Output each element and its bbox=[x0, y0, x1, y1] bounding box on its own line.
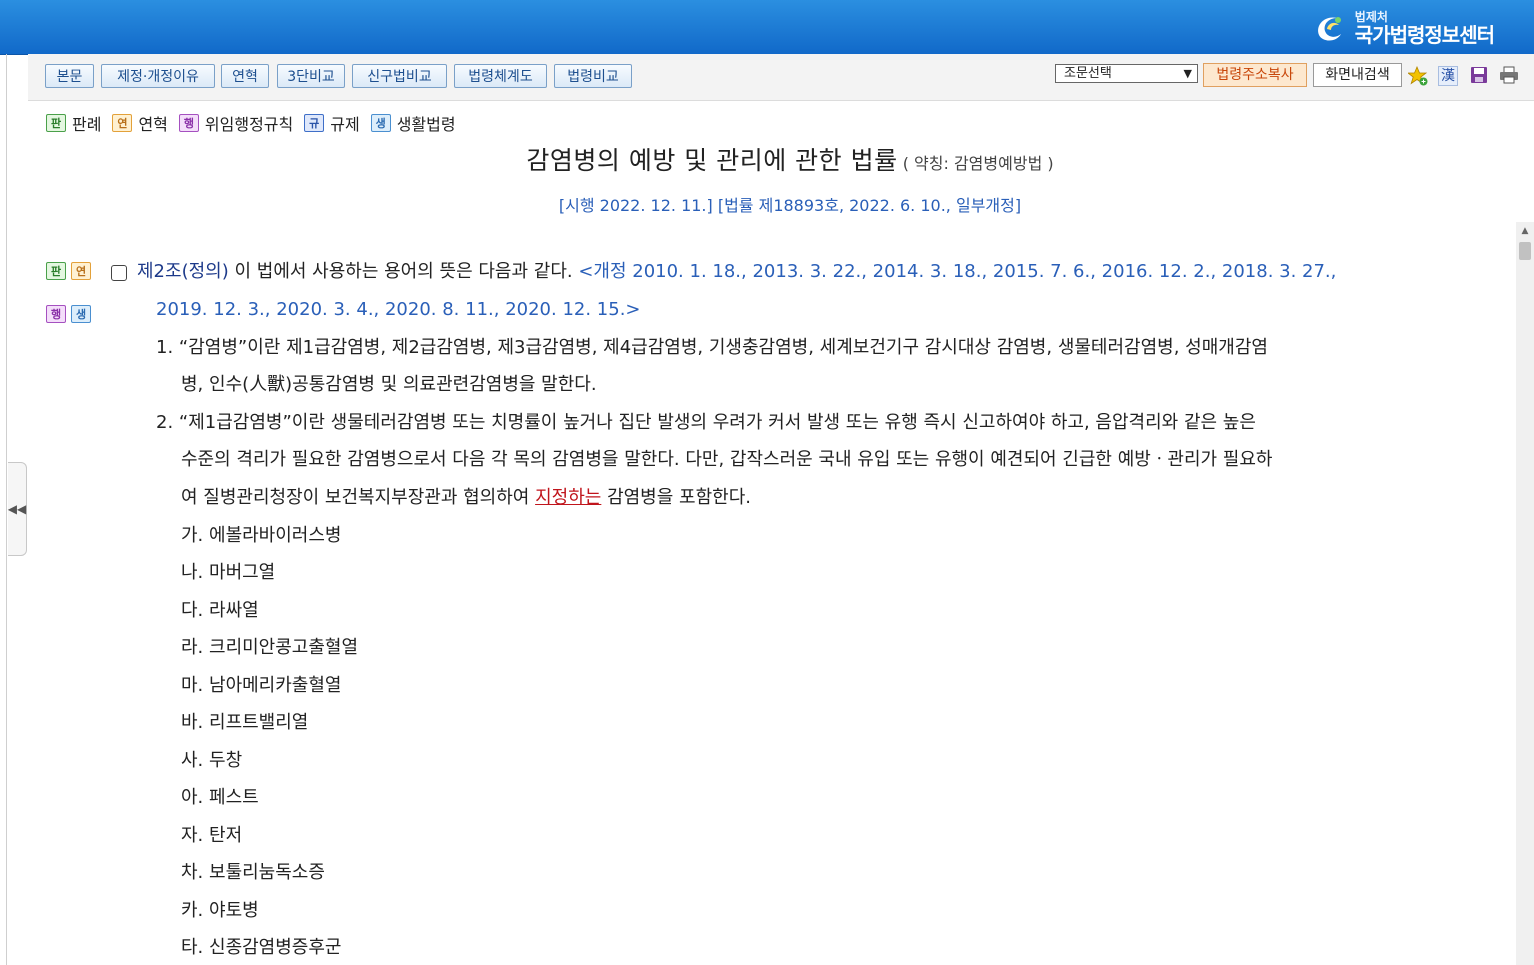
header-bar: 법제처 국가법령정보센터 bbox=[0, 0, 1534, 55]
legend-precedent[interactable]: 판 판례 bbox=[46, 111, 101, 135]
tab-three-way-compare[interactable]: 3단비교 bbox=[277, 64, 345, 88]
admin-rule-badge-icon: 행 bbox=[178, 114, 199, 132]
item-2-line-cont: 수준의 격리가 필요한 감염병으로서 다음 각 목의 감염병을 말한다. 다만,… bbox=[181, 449, 1273, 470]
legend-living-law[interactable]: 생 생활법령 bbox=[370, 111, 456, 135]
scroll-up-arrow-icon[interactable]: ▲ bbox=[1516, 222, 1534, 240]
subitem: 라. 크리미안콩고출혈열 bbox=[181, 637, 359, 658]
subitem: 사. 두창 bbox=[181, 750, 243, 771]
precedent-badge-icon: 판 bbox=[46, 114, 66, 132]
tab-old-new-compare[interactable]: 신구법비교 bbox=[352, 64, 447, 88]
tab-history[interactable]: 연혁 bbox=[221, 64, 269, 88]
subitem: 아. 페스트 bbox=[181, 787, 259, 808]
subitem: 타. 신종감염병증후군 bbox=[181, 937, 342, 958]
hanja-icon[interactable]: 漢 bbox=[1438, 66, 1458, 86]
law-title-row: 감염병의 예방 및 관리에 관한 법률 ( 약칭: 감염병예방법 ) bbox=[0, 141, 1534, 177]
history-badge-icon[interactable]: 연 bbox=[71, 262, 91, 280]
subitem: 나. 마버그열 bbox=[181, 562, 276, 583]
legend-regulation[interactable]: 규 규제 bbox=[304, 111, 360, 135]
side-panel-toggle[interactable]: ◀◀ bbox=[8, 462, 27, 556]
article-select-value: 조문선택 bbox=[1064, 66, 1112, 81]
item-2-text: 여 질병관리청장이 보건복지부장관과 협의하여 bbox=[181, 487, 536, 508]
subitem: 자. 탄저 bbox=[181, 825, 243, 846]
legend-history[interactable]: 연 연혁 bbox=[112, 111, 168, 135]
admin-rule-badge-icon[interactable]: 행 bbox=[46, 305, 66, 323]
save-icon[interactable] bbox=[1469, 66, 1489, 86]
enforcement-info: [시행 2022. 12. 11.] [법률 제18893호, 2022. 6.… bbox=[558, 196, 1022, 215]
article-select[interactable]: 조문선택 ▼ bbox=[1055, 64, 1198, 83]
tab-main-text[interactable]: 본문 bbox=[45, 64, 94, 88]
subitem: 차. 보툴리눔독소증 bbox=[181, 862, 325, 883]
amendment-dates[interactable]: <개정 2010. 1. 18., 2013. 3. 22., 2014. 3.… bbox=[578, 261, 1336, 282]
scroll-thumb[interactable] bbox=[1519, 242, 1531, 260]
logo-big-text: 국가법령정보센터 bbox=[1354, 23, 1495, 47]
article-badges: 판 연 행 생 bbox=[46, 262, 106, 348]
star-plus-icon[interactable] bbox=[1406, 65, 1428, 86]
content-scrollbar[interactable]: ▲ bbox=[1516, 222, 1534, 965]
item-2-line-cont2: 여 질병관리청장이 보건복지부장관과 협의하여 지정하는 감염병을 포함한다. bbox=[181, 486, 751, 510]
article-heading-line: 제2조(정의) 이 법에서 사용하는 용어의 뜻은 다음과 같다. <개정 20… bbox=[137, 260, 1336, 284]
article-intro: 이 법에서 사용하는 용어의 뜻은 다음과 같다. bbox=[228, 261, 579, 282]
subitem: 다. 라싸열 bbox=[181, 600, 259, 621]
legend-bar: 판 판례 연 연혁 행 위임행정규칙 규 규제 생 생활법령 bbox=[46, 112, 467, 134]
legend-label: 연혁 bbox=[138, 115, 168, 134]
legend-label: 생활법령 bbox=[396, 115, 456, 134]
law-abbreviation: ( 약칭: 감염병예방법 ) bbox=[902, 154, 1054, 173]
legend-label: 규제 bbox=[330, 115, 360, 134]
designate-link[interactable]: 지정하는 bbox=[535, 487, 601, 508]
print-icon[interactable] bbox=[1499, 66, 1519, 86]
subitem: 바. 리프트밸리열 bbox=[181, 712, 309, 733]
item-2-line: 2. “제1급감염병”이란 생물테러감염병 또는 치명률이 높거나 집단 발생의… bbox=[156, 412, 1256, 433]
toolbar: 본문 제정·개정이유 연혁 3단비교 신구법비교 법령체계도 법령비교 조문선택… bbox=[28, 54, 1534, 101]
article-checkbox[interactable] bbox=[111, 265, 127, 281]
regulation-badge-icon: 규 bbox=[304, 114, 325, 132]
subitem: 카. 야토병 bbox=[181, 900, 259, 921]
copy-url-button[interactable]: 법령주소복사 bbox=[1203, 63, 1307, 87]
precedent-badge-icon[interactable]: 판 bbox=[46, 262, 66, 280]
legend-admin-rule[interactable]: 행 위임행정규칙 bbox=[178, 111, 294, 135]
living-law-badge-icon: 생 bbox=[370, 114, 391, 132]
logo-swirl-icon bbox=[1311, 9, 1349, 47]
living-law-badge-icon[interactable]: 생 bbox=[71, 305, 91, 323]
tab-enactment-reason[interactable]: 제정·개정이유 bbox=[101, 64, 215, 88]
legend-label: 위임행정규칙 bbox=[204, 115, 294, 134]
item-2-text-end: 감염병을 포함한다. bbox=[601, 487, 751, 508]
tab-law-structure[interactable]: 법령체계도 bbox=[454, 64, 547, 88]
site-logo[interactable]: 법제처 국가법령정보센터 bbox=[1311, 8, 1495, 48]
tab-law-compare[interactable]: 법령비교 bbox=[554, 64, 632, 88]
subitem: 마. 남아메리카출혈열 bbox=[181, 675, 342, 696]
logo-small-text: 법제처 bbox=[1354, 10, 1388, 24]
legend-label: 판례 bbox=[72, 115, 102, 134]
law-title: 감염병의 예방 및 관리에 관한 법률 bbox=[526, 146, 898, 175]
double-chevron-left-icon: ◀◀ bbox=[7, 502, 27, 516]
amendment-dates-cont[interactable]: 2019. 12. 3., 2020. 3. 4., 2020. 8. 11.,… bbox=[156, 298, 641, 322]
subitem: 가. 에볼라바이러스병 bbox=[181, 525, 342, 546]
item-1-line-cont: 병, 인수(人獸)공통감염병 및 의료관련감염병을 말한다. bbox=[181, 374, 597, 395]
history-badge-icon: 연 bbox=[112, 114, 133, 132]
search-in-page-button[interactable]: 화면내검색 bbox=[1313, 63, 1402, 87]
chevron-down-icon: ▼ bbox=[1183, 67, 1192, 80]
article-title[interactable]: 제2조(정의) bbox=[137, 261, 229, 282]
item-1-line: 1. “감염병”이란 제1급감염병, 제2급감염병, 제3급감염병, 제4급감염… bbox=[156, 337, 1268, 358]
